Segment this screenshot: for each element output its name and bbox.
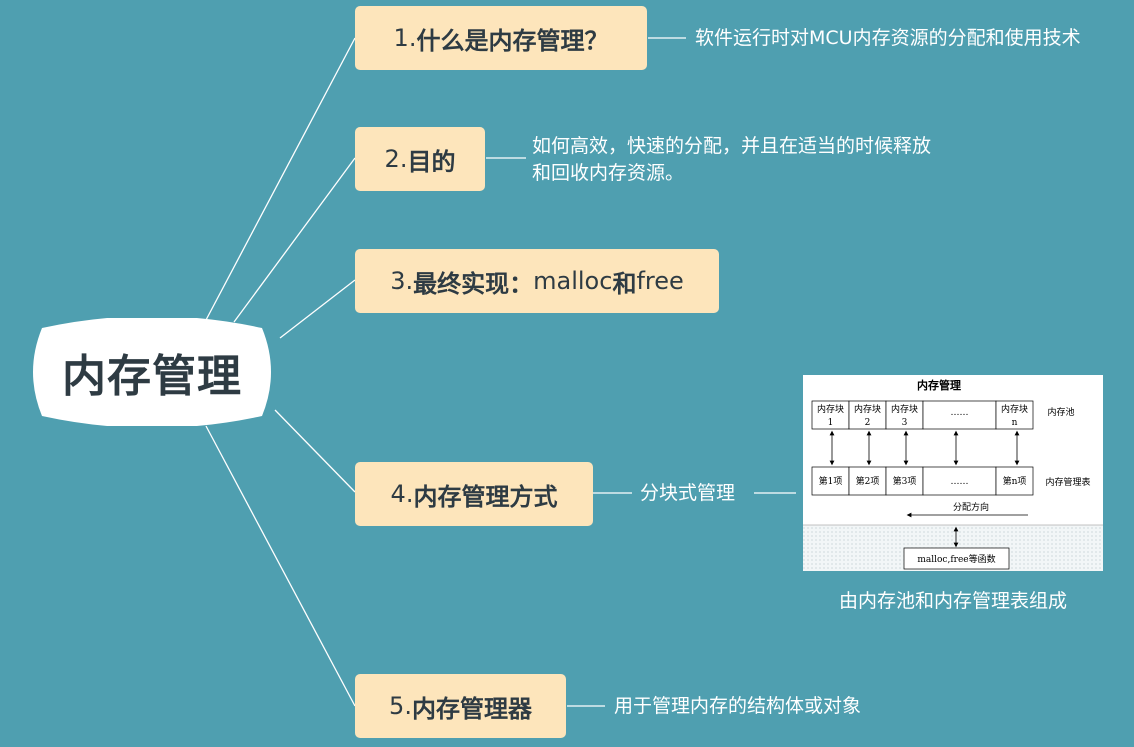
branch-node-4[interactable]: 4. 内存管理方式 <box>355 462 593 526</box>
branch-node-1[interactable]: 1. 什么是内存管理？ <box>355 6 647 70</box>
root-node[interactable]: 内存管理 <box>24 318 280 426</box>
figure-caption: 由内存池和内存管理表组成 <box>838 590 1067 612</box>
branch-5-number: 5. <box>389 692 412 720</box>
pool-label: 内存池 <box>1047 406 1074 418</box>
branch-4-title: 内存管理方式 <box>413 482 558 511</box>
branch-2-number: 2. <box>384 145 408 173</box>
branch-2-note-line-1: 如何高效，快速的分配，并且在适当的时候释放 <box>532 135 932 157</box>
branch-3-number: 3. <box>390 267 414 295</box>
branch-3-and: 和 <box>612 269 637 298</box>
branch-1-note: 软件运行时对MCU内存资源的分配和使用技术 <box>695 27 1081 49</box>
branch-2-note: 如何高效，快速的分配，并且在适当的时候释放 和回收内存资源。 <box>532 133 931 187</box>
pool-block-3-index: 3 <box>902 418 908 428</box>
pool-block-n-label: 内存块 <box>1001 403 1028 415</box>
connector-root-3 <box>279 279 356 339</box>
pool-block-1-index: 1 <box>828 418 834 428</box>
connector-root-4 <box>274 409 356 493</box>
table-item-3-label: 第3项 <box>893 475 917 487</box>
table-item-2-label: 第2项 <box>856 475 880 487</box>
functions-label: malloc,free等函数 <box>917 553 995 565</box>
table-label: 内存管理表 <box>1045 476 1090 488</box>
branch-3-title: 最终实现： <box>413 269 534 298</box>
table-item-n-label: 第n项 <box>1003 475 1027 487</box>
connector-root-5 <box>205 425 356 707</box>
branch-5-note: 用于管理内存的结构体或对象 <box>614 695 862 717</box>
pool-block-3-label: 内存块 <box>891 403 918 415</box>
pool-block-n-index: n <box>1012 418 1018 428</box>
branch-3-malloc: malloc <box>533 267 613 295</box>
table-item-1-label: 第1项 <box>819 475 843 487</box>
table-item-ellipsis-label: …… <box>951 477 969 487</box>
figure-title: 内存管理 <box>917 378 961 392</box>
pool-block-2-label: 内存块 <box>854 403 881 415</box>
branch-3-free: free <box>636 267 684 295</box>
branch-5-title: 内存管理器 <box>411 694 532 723</box>
connector-root-1 <box>205 37 356 321</box>
root-node-label: 内存管理 <box>62 351 242 402</box>
branch-node-5[interactable]: 5. 内存管理器 <box>355 674 566 738</box>
branch-2-note-line-2: 和回收内存资源。 <box>532 162 685 184</box>
branch-1-number: 1. <box>393 24 417 52</box>
branch-4-number: 4. <box>390 480 414 508</box>
pool-block-2-index: 2 <box>865 418 871 428</box>
branch-4-note: 分块式管理 <box>640 482 736 504</box>
branch-node-3[interactable]: 3. 最终实现： malloc 和 free <box>355 249 719 313</box>
connector-root-2 <box>233 157 356 323</box>
branch-2-title: 目的 <box>407 147 456 176</box>
memory-management-figure: 内存管理 内存块 1 内存块 2 内存块 3 …… 内存块 n 内存池 第1项 … <box>803 375 1103 571</box>
direction-label: 分配方向 <box>953 501 989 513</box>
branch-1-title: 什么是内存管理？ <box>416 26 609 55</box>
pool-block-ellipsis-label: …… <box>951 408 969 418</box>
branch-node-2[interactable]: 2. 目的 <box>355 127 485 191</box>
pool-block-1-label: 内存块 <box>817 403 844 415</box>
